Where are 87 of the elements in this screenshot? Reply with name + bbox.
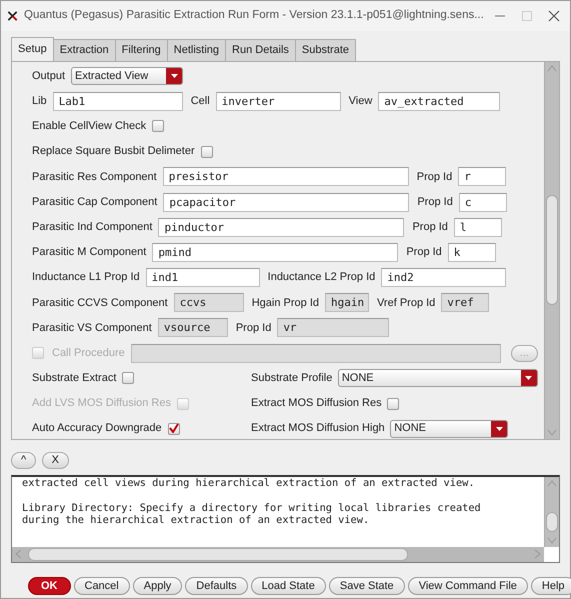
input-field[interactable]: r [458,167,506,186]
scrollbar[interactable] [544,476,559,546]
field-label: Cell [190,94,210,110]
field-label: Replace Square Busbit Delimeter [32,144,195,160]
field-label: Enable CellView Check [32,119,146,134]
field-label: Extract MOS Diffusion High [251,421,385,436]
browse-button: ... [510,344,538,362]
field-label: Add LVS MOS Diffusion Res [32,396,171,412]
field-label: Auto Accuracy Downgrade [32,421,162,436]
field-label: Vref Prop Id [377,296,436,311]
caret-icon [525,376,532,380]
input-field[interactable]: av_extracted [378,92,500,111]
checkbox[interactable] [387,398,400,410]
field-label: Parasitic CCVS Component [32,296,168,311]
tab[interactable]: Substrate [294,39,356,60]
help-text-line: during the hierarchical extraction of an extracted view. [22,514,370,526]
tab[interactable]: Setup [11,37,54,60]
checkbox[interactable] [200,146,213,158]
input-field[interactable]: Lab1 [52,92,183,111]
input-field[interactable]: l [454,218,502,237]
dialog-button[interactable]: Help [530,577,571,595]
tab[interactable]: Extraction [52,39,116,60]
field-label: View [348,94,372,110]
scrollbar[interactable] [544,62,559,438]
dialog-button[interactable]: Cancel [74,577,130,595]
field-label: Prop Id [236,320,272,336]
scroll-thumb[interactable] [28,548,408,560]
input-field[interactable]: k [448,242,496,262]
field-label: Lib [32,94,47,110]
field-label: Parasitic M Component [32,245,146,260]
tab[interactable]: Filtering [114,39,168,60]
input-field: ccvs [174,293,244,312]
dialog-button[interactable]: Apply [132,577,182,595]
scroll-thumb[interactable] [546,512,558,532]
input-field[interactable]: pinductor [158,218,404,237]
input-field[interactable]: pcapacitor [163,192,410,212]
field-label: Prop Id [406,245,442,260]
field-label: Prop Id [416,170,452,185]
scrollbar[interactable] [12,546,544,562]
help-toggle-button[interactable]: X [42,452,70,468]
close-icon[interactable] [546,10,561,22]
checkmark-icon [168,424,179,434]
input-field[interactable]: c [458,192,507,212]
input-field: vr [277,318,390,338]
field-label: Parasitic VS Component [32,320,152,336]
field-label: Call Procedure [52,346,125,361]
input-field[interactable]: ind1 [146,268,260,288]
field-label: Output [32,68,66,84]
field-label: Inductance L1 Prop Id [32,270,140,286]
tab[interactable]: Run Details [225,39,296,60]
input-field: vref [441,293,490,312]
field-label: Substrate Extract [32,371,116,386]
help-toggle-button[interactable]: ^ [11,452,36,468]
input-field[interactable]: presistor [162,167,409,186]
input-field[interactable]: inverter [216,92,341,111]
checkbox[interactable] [122,372,134,384]
dialog-button[interactable]: Save State [328,577,405,595]
dropdown[interactable]: NONE [338,369,538,388]
scroll-thumb[interactable] [546,195,558,305]
dialog-button[interactable]: Defaults [185,577,248,595]
input-field[interactable]: pmind [152,242,398,262]
field-label: Prop Id [417,194,453,210]
maximize-icon[interactable] [520,10,534,22]
help-text-line: Library Directory: Specify a directory for writing local libraries created [22,502,481,514]
field-label: Prop Id [412,220,448,235]
input-field: hgain [325,293,369,312]
checkbox[interactable] [152,120,164,132]
dialog-button[interactable]: Load State [250,577,326,595]
dialog-button[interactable]: View Command File [408,577,528,595]
tab[interactable]: Netlisting [166,39,226,60]
input-field[interactable]: ind2 [381,268,506,288]
caret-icon [496,426,503,431]
checkbox[interactable] [168,422,180,435]
dropdown[interactable]: NONE [390,420,508,438]
field-label: Parasitic Ind Component [32,220,152,235]
help-text-line: extracted cell views during hierarchical extraction of an extracted view. [22,476,475,488]
dropdown[interactable]: Extracted View [71,67,184,86]
ok-button[interactable]: OK [28,577,70,595]
field-label: Substrate Profile [251,371,332,386]
field-label: Parasitic Res Component [32,170,157,185]
field-label: Extract MOS Diffusion Res [251,396,382,412]
caret-icon [170,74,178,78]
window-title: Quantus (Pegasus) Parasitic Extraction Run Form - Version 23.1.1-p051@lightning.sens... [24,8,484,24]
input-field: vsource [158,318,228,338]
field-label: Parasitic Cap Component [32,194,158,210]
field-label: Inductance L2 Prop Id [268,270,376,286]
field-label: Hgain Prop Id [252,296,319,311]
